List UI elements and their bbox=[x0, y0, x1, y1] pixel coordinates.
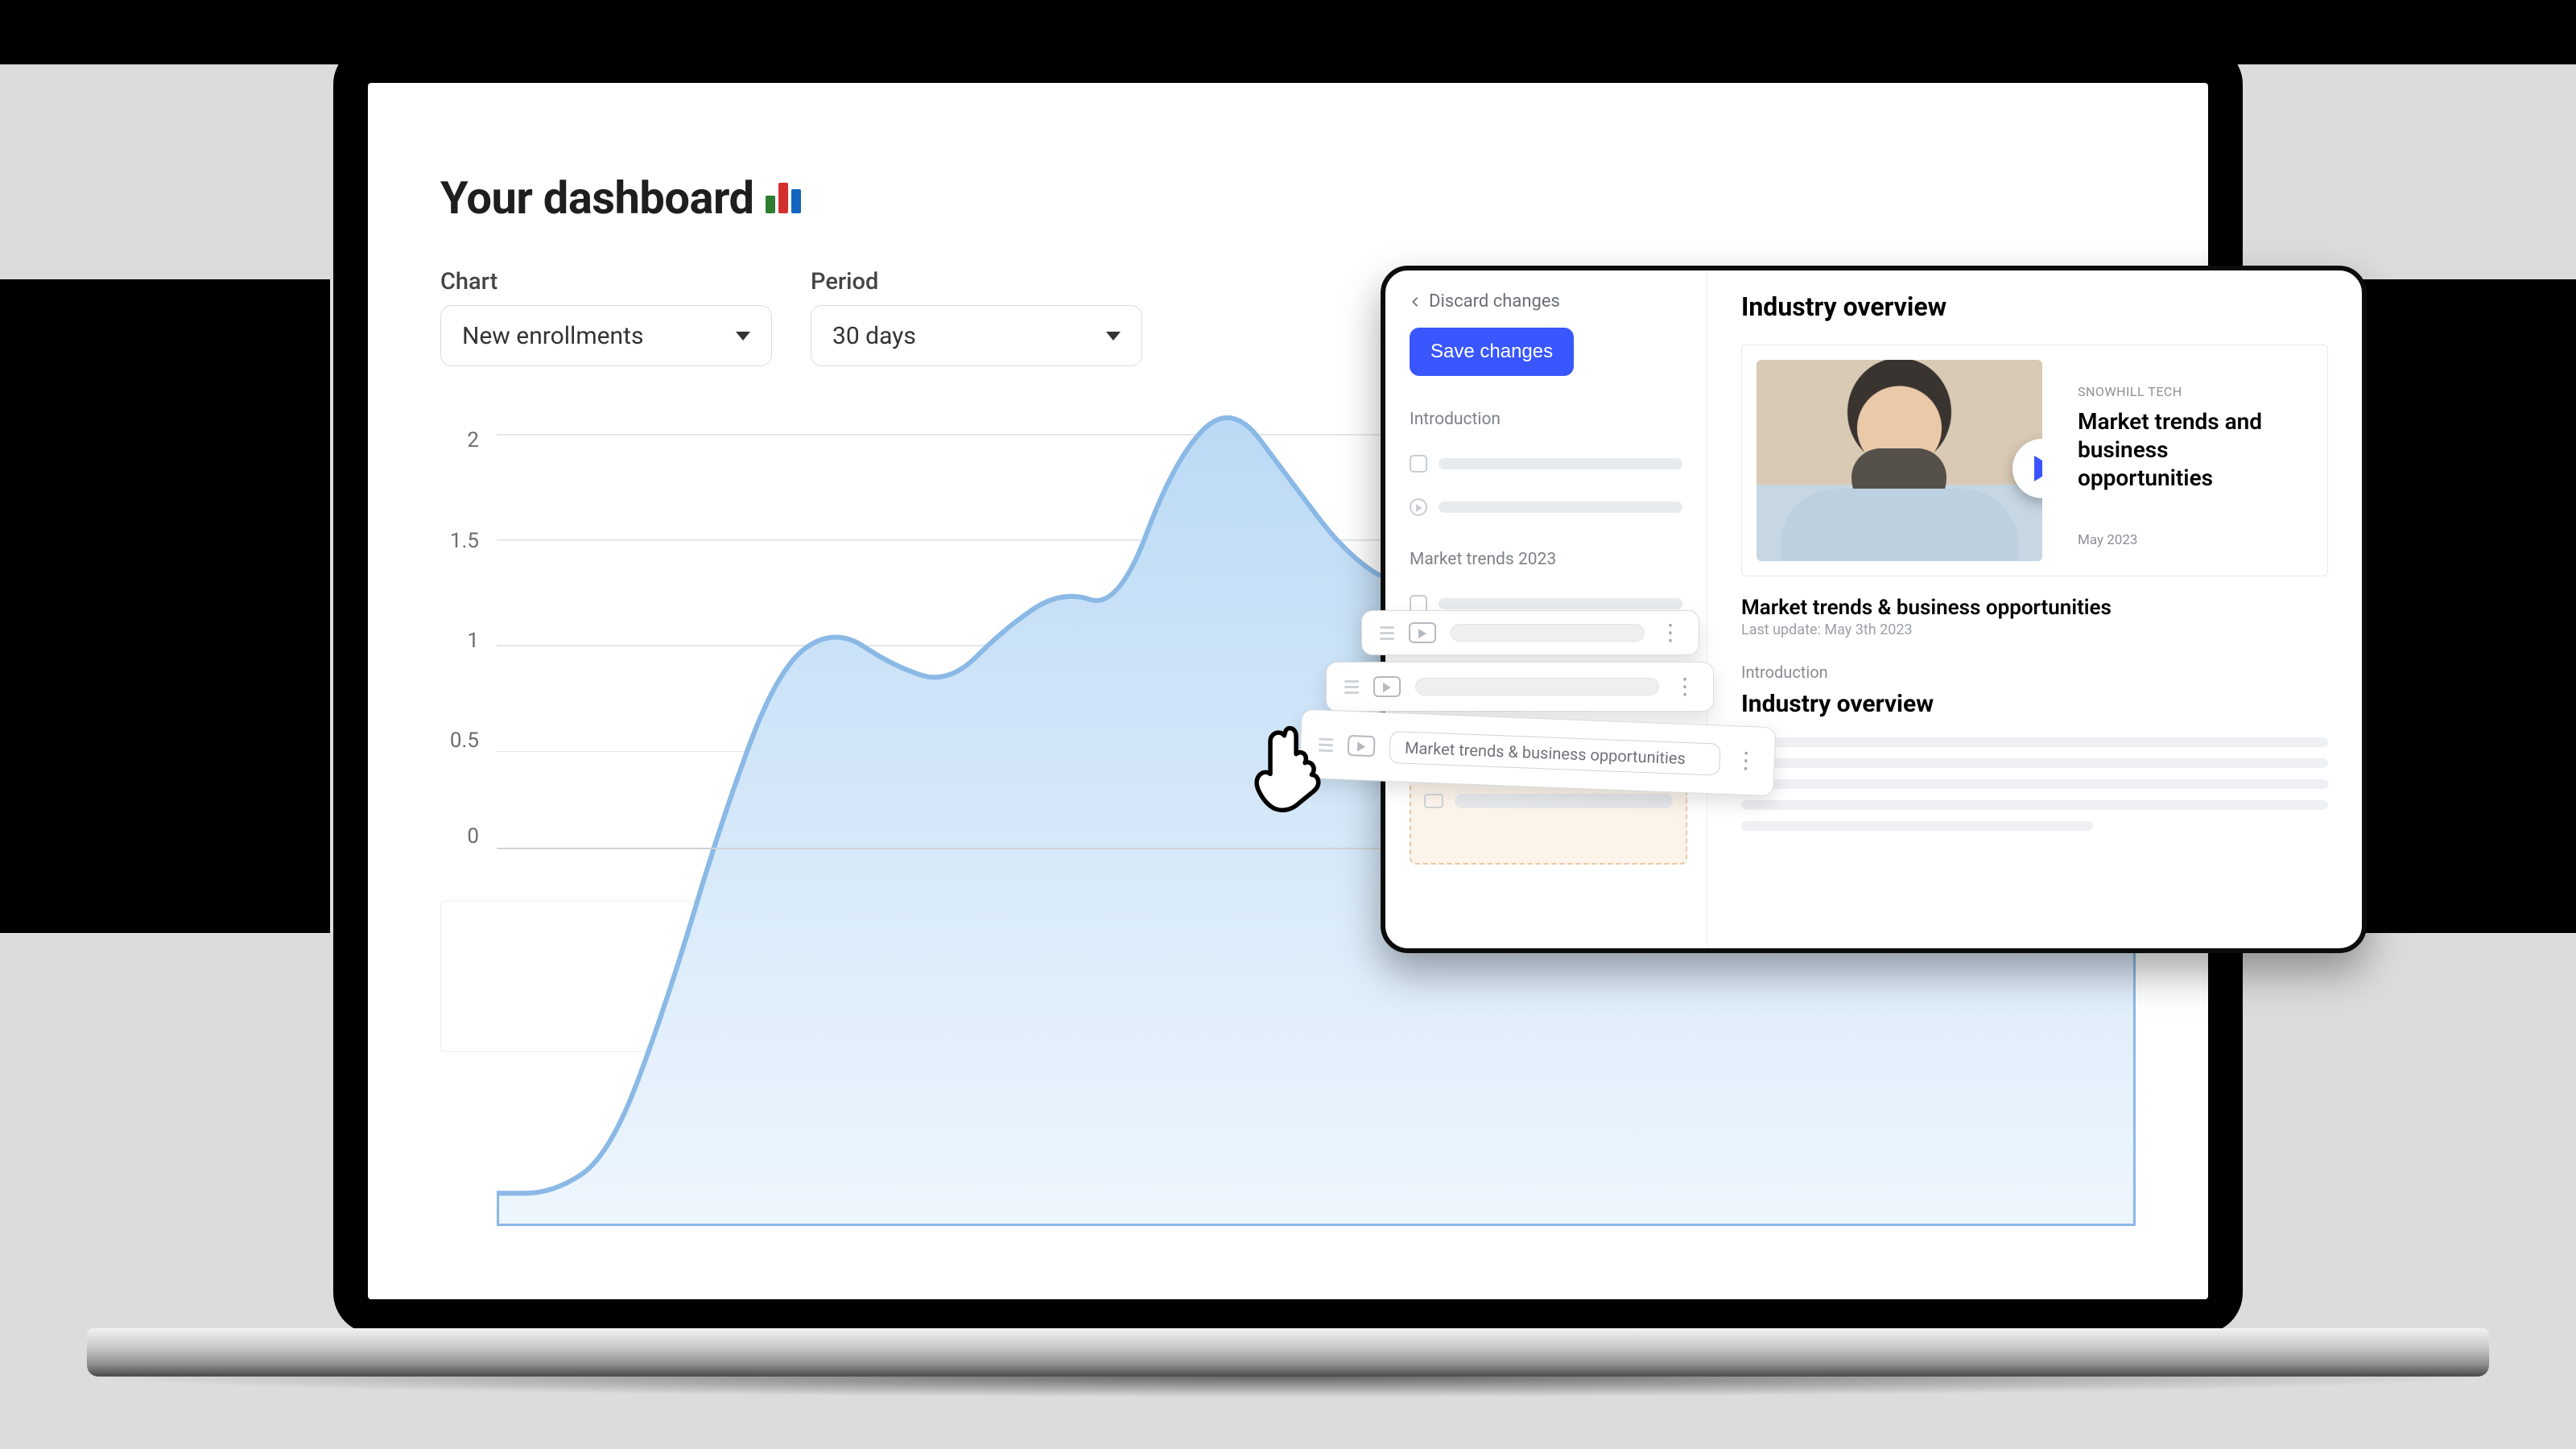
lesson-card-active[interactable]: Market trends & business opportunities ⋮ bbox=[1299, 709, 1777, 797]
lesson-item[interactable] bbox=[1410, 498, 1682, 516]
bar-chart-icon bbox=[766, 183, 801, 213]
editor-main: Industry overview SNOWHILL TECH Market t… bbox=[1707, 270, 2362, 948]
y-tick: 1 bbox=[467, 629, 479, 653]
chart-control: Chart New enrollments bbox=[440, 268, 772, 366]
lesson-card[interactable]: ⋮ bbox=[1326, 662, 1714, 712]
y-tick: 1.5 bbox=[450, 529, 479, 553]
y-axis: 2 1.5 1 0.5 0 bbox=[448, 415, 484, 849]
video-icon bbox=[1410, 498, 1427, 516]
editor-page-title: Industry overview bbox=[1741, 291, 2328, 322]
save-changes-button[interactable]: Save changes bbox=[1410, 328, 1574, 376]
video-icon bbox=[1373, 676, 1401, 697]
drag-handle-icon[interactable] bbox=[1380, 626, 1394, 640]
text-icon bbox=[1410, 455, 1427, 473]
more-icon[interactable]: ⋮ bbox=[1735, 760, 1757, 761]
caret-down-icon bbox=[736, 332, 750, 341]
discard-label: Discard changes bbox=[1429, 291, 1560, 312]
course-updated: Last update: May 3th 2023 bbox=[1741, 621, 2328, 638]
lesson-card-title: Market trends & business opportunities bbox=[1389, 731, 1720, 776]
chart-select[interactable]: New enrollments bbox=[440, 305, 772, 366]
video-icon bbox=[1348, 735, 1376, 757]
course-heading: Industry overview bbox=[1741, 690, 2328, 718]
cursor-hand-icon bbox=[1244, 720, 1332, 817]
period-select-label: Period bbox=[811, 268, 1142, 295]
hero-meta: SNOWHILL TECH Market trends and business… bbox=[2078, 360, 2303, 561]
hero-brand: SNOWHILL TECH bbox=[2078, 384, 2303, 399]
period-select[interactable]: 30 days bbox=[811, 305, 1142, 366]
chevron-left-icon bbox=[1410, 296, 1421, 308]
section-trends: Market trends 2023 bbox=[1410, 550, 1682, 569]
hero-title: Market trends and business opportunities bbox=[2078, 407, 2303, 492]
drag-handle-icon[interactable] bbox=[1344, 680, 1359, 694]
caret-down-icon bbox=[1106, 332, 1121, 341]
page-title-text: Your dashboard bbox=[440, 171, 754, 225]
chart-select-value: New enrollments bbox=[462, 322, 643, 350]
dragging-lesson-stack: ⋮ ⋮ Market trends & business opportuniti… bbox=[1300, 610, 1775, 852]
discard-changes-button[interactable]: Discard changes bbox=[1410, 291, 1682, 312]
hero-thumbnail[interactable] bbox=[1757, 360, 2042, 561]
monitor-stand bbox=[87, 1328, 2489, 1377]
section-introduction: Introduction bbox=[1410, 410, 1682, 429]
lesson-item[interactable] bbox=[1410, 455, 1682, 473]
backdrop-left bbox=[0, 279, 330, 933]
period-control: Period 30 days bbox=[811, 268, 1142, 366]
y-tick: 2 bbox=[467, 428, 479, 452]
video-icon bbox=[1409, 622, 1436, 643]
course-title: Market trends & business opportunities bbox=[1741, 596, 2328, 620]
page-title: Your dashboard bbox=[440, 171, 2136, 225]
period-select-value: 30 days bbox=[832, 322, 916, 350]
save-label: Save changes bbox=[1430, 341, 1553, 362]
body-placeholder bbox=[1741, 737, 2328, 831]
y-tick: 0 bbox=[467, 824, 479, 848]
play-button[interactable] bbox=[2013, 439, 2042, 498]
course-intro-label: Introduction bbox=[1741, 663, 2328, 682]
chart-select-label: Chart bbox=[440, 268, 772, 295]
y-tick: 0.5 bbox=[450, 729, 479, 753]
hero-date: May 2023 bbox=[2078, 532, 2303, 548]
hero-card: SNOWHILL TECH Market trends and business… bbox=[1741, 345, 2328, 576]
lesson-card[interactable]: ⋮ bbox=[1361, 610, 1699, 655]
